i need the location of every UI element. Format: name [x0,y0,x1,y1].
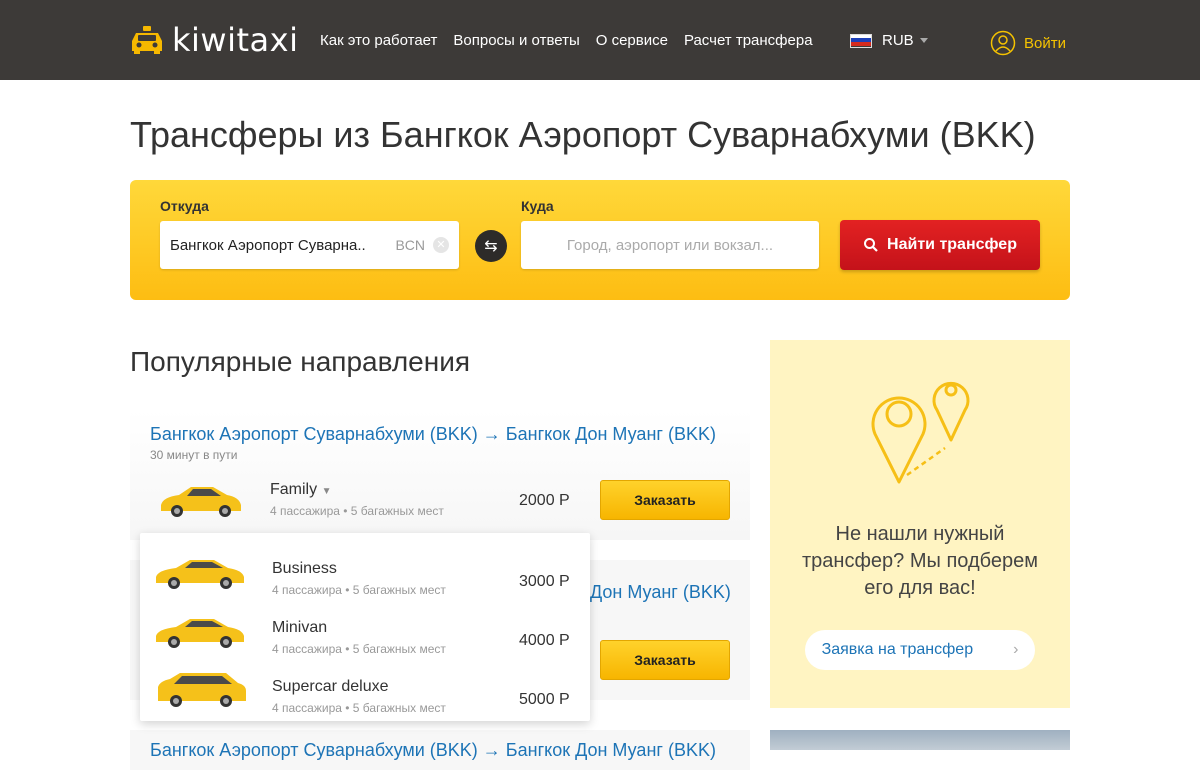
order-button[interactable]: Заказать [600,480,730,520]
page-title: Трансферы из Бангкок Аэропорт Суварнабху… [130,114,1036,155]
login-label: Войти [1024,34,1066,52]
swap-icon[interactable]: ⇆ [475,230,507,262]
clear-icon[interactable]: ✕ [433,237,449,253]
transfer-request-button[interactable]: Заявка на трансфер › [805,630,1035,670]
currency-label: RUB [882,32,914,49]
to-label: Куда [521,198,554,214]
taxi-sedan-icon [156,560,244,589]
chevron-right-icon: › [1013,641,1019,658]
chevron-down-icon: ▼ [321,486,332,497]
login-button[interactable]: Войти [990,30,1066,56]
find-transfer-button[interactable]: Найти трансфер [840,220,1040,270]
find-transfer-label: Найти трансфер [887,236,1017,253]
order-button[interactable]: Заказать [600,640,730,680]
route-title-link[interactable]: Бангкок Аэропорт Суварнабхуми (BKK) → Ба… [150,424,716,445]
taxi-suv-icon [158,673,246,707]
search-panel: Откуда Бангкок Аэропорт Суварна.. BCN ✕ … [130,180,1070,300]
from-value: Бангкок Аэропорт Суварна.. [170,236,366,254]
from-label: Откуда [160,198,209,214]
map-pins-icon [871,381,970,484]
car-price: 4000 Р [519,632,570,649]
dropdown-option[interactable]: Business 4 пассажира • 5 багажных мест 3… [140,543,590,603]
car-capacity: 4 пассажира • 5 багажных мест [270,504,444,518]
car-option-row: Family ▼ 4 пассажира • 5 багажных мест 2… [130,475,750,525]
transfer-request-label: Заявка на трансфер [821,641,974,658]
russia-flag-icon [850,33,872,48]
popular-title: Популярные направления [130,346,471,377]
dropdown-option[interactable]: Minivan 4 пассажира • 5 багажных мест 40… [140,602,590,662]
car-capacity: 4 пассажира • 5 багажных мест [272,642,446,656]
route-title-link[interactable]: Дон Муанг (BKK) [590,582,731,603]
dropdown-option[interactable]: Supercar deluxe 4 пассажира • 5 багажных… [140,661,590,721]
transfer-request-promo: Не нашли нужный трансфер? Мы подберем ег… [770,340,1070,708]
route-card: Бангкок Аэропорт Суварнабхуми (BKK) → Ба… [130,730,750,770]
car-class-select[interactable]: Family ▼ [270,481,331,499]
car-name: Business [272,560,337,577]
kiwitaxi-logo[interactable]: kiwitaxi [130,20,298,60]
user-icon [990,30,1016,56]
route-duration: 30 минут в пути [150,448,238,462]
top-header: kiwitaxi Как это работает Вопросы и отве… [0,0,1200,80]
search-icon [864,238,878,252]
nav-faq[interactable]: Вопросы и ответы [453,32,579,49]
currency-selector[interactable]: RUB [850,32,928,49]
car-name: Supercar deluxe [272,678,389,695]
car-price: 2000 Р [519,492,570,509]
logo-text: kiwitaxi [172,21,299,59]
promo-text: Не нашли нужный трансфер? Мы подберем ег… [802,523,1038,599]
from-field[interactable]: Бангкок Аэропорт Суварна.. BCN ✕ [160,221,459,269]
nav-transfer-calc[interactable]: Расчет трансфера [684,32,813,49]
car-capacity: 4 пассажира • 5 багажных мест [272,701,446,715]
nav-how-it-works[interactable]: Как это работает [320,32,437,49]
main-nav: Как это работает Вопросы и ответы О серв… [320,32,813,49]
taxi-minivan-icon [156,619,244,648]
taxi-car-icon [132,26,162,54]
nav-about[interactable]: О сервисе [596,32,668,49]
car-class-dropdown: Business 4 пассажира • 5 багажных мест 3… [140,533,590,721]
car-capacity: 4 пассажира • 5 багажных мест [272,583,446,597]
to-placeholder: Город, аэропорт или вокзал... [566,236,774,254]
chevron-down-icon [919,38,928,43]
car-name: Minivan [272,619,328,636]
to-field[interactable]: Город, аэропорт или вокзал... [521,221,819,269]
promo-photo [770,730,1070,750]
route-card: Бангкок Аэропорт Суварнабхуми (BKK) → Ба… [130,410,750,540]
car-price: 5000 Р [519,691,570,708]
route-title-link[interactable]: Бангкок Аэропорт Суварнабхуми (BKK) → Ба… [150,740,716,761]
taxi-sedan-icon [161,487,241,517]
car-price: 3000 Р [519,573,570,590]
